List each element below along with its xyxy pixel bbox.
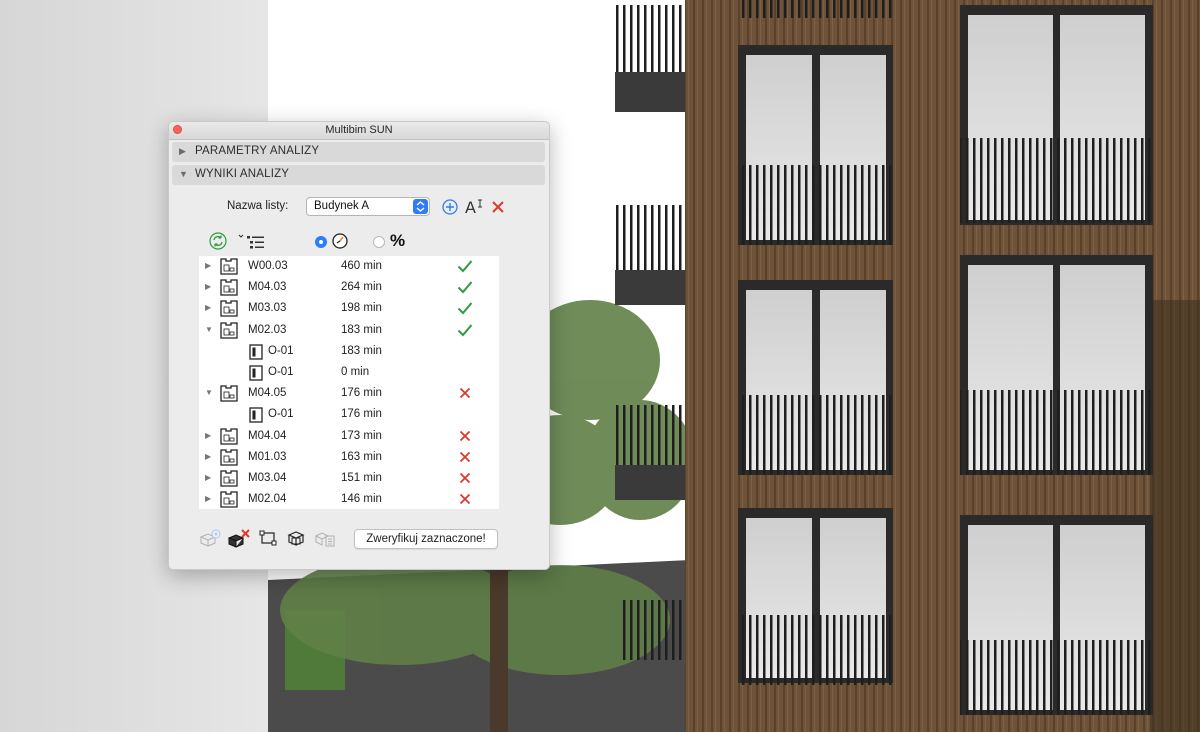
export-list-icon[interactable] — [314, 529, 336, 552]
row-value: 183 min — [341, 344, 382, 357]
expand-arrow-icon[interactable]: ▶ — [205, 431, 211, 440]
row-name: M02.04 — [248, 493, 287, 506]
cross-icon — [459, 430, 471, 445]
collapse-arrow-icon[interactable]: ▼ — [205, 388, 213, 397]
window-icon — [249, 407, 263, 426]
section-analysis-results[interactable]: ▼ WYNIKI ANALIZY — [172, 165, 545, 185]
svg-text:A: A — [465, 198, 476, 217]
room-icon — [219, 299, 239, 321]
check-icon — [457, 259, 473, 276]
room-row[interactable]: ▶ M01.03 163 min — [199, 447, 499, 468]
expanded-arrow-icon: ▼ — [179, 169, 189, 179]
row-value: 176 min — [341, 387, 382, 400]
check-icon — [457, 323, 473, 340]
cross-icon — [459, 493, 471, 508]
room-icon — [219, 448, 239, 470]
add-to-selection-icon[interactable] — [199, 529, 221, 552]
row-value: 264 min — [341, 281, 382, 294]
room-icon — [219, 257, 239, 279]
add-list-icon[interactable] — [442, 199, 458, 220]
room-row[interactable]: ▶ M03.04 151 min — [199, 468, 499, 489]
row-value: 0 min — [341, 365, 370, 378]
row-value: 146 min — [341, 493, 382, 506]
minutes-mode-radio[interactable] — [315, 236, 327, 248]
section-label: PARAMETRY ANALIZY — [195, 145, 320, 157]
row-value: 151 min — [341, 471, 382, 484]
check-icon — [457, 301, 473, 318]
verify-selected-button[interactable]: Zweryfikuj zaznaczone! — [354, 529, 498, 549]
percent-label: % — [390, 231, 406, 250]
popup-stepper-icon — [413, 199, 428, 214]
row-name: M03.03 — [248, 302, 287, 315]
room-row[interactable]: ▼ M04.05 176 min — [199, 383, 499, 404]
cross-icon — [459, 451, 471, 466]
row-name: W00.03 — [248, 260, 288, 272]
room-icon — [219, 384, 239, 406]
section-analysis-parameters[interactable]: ▶ PARAMETRY ANALIZY — [172, 142, 545, 162]
row-name: M04.03 — [248, 281, 287, 294]
results-list[interactable]: ▶ W00.03 460 min ▶ M04.03 264 min ▶ M03.03 198 m… — [199, 256, 499, 509]
cross-icon — [459, 387, 471, 402]
list-name-select[interactable]: Budynek A — [306, 197, 430, 216]
row-value: 176 min — [341, 408, 382, 421]
window-row[interactable]: O-01 183 min — [199, 341, 499, 362]
row-name: O-01 — [268, 344, 294, 357]
row-name: M02.03 — [248, 323, 287, 336]
room-row[interactable]: ▶ W00.03 460 min — [199, 256, 499, 277]
room-icon — [219, 469, 239, 491]
window-row[interactable]: O-01 176 min — [199, 404, 499, 425]
palette-titlebar[interactable]: Multibim SUN — [169, 122, 549, 140]
row-value: 460 min — [341, 260, 382, 272]
expand-arrow-icon[interactable]: ▶ — [205, 473, 211, 482]
clock-icon — [332, 233, 348, 254]
list-name-label: Nazwa listy: — [227, 200, 289, 212]
multibim-sun-palette: Multibim SUN ▶ PARAMETRY ANALIZY ▼ WYNIK… — [168, 121, 550, 570]
row-name: O-01 — [268, 365, 294, 378]
expand-arrow-icon[interactable]: ▶ — [205, 452, 211, 461]
room-row[interactable]: ▶ M04.03 264 min — [199, 277, 499, 298]
delete-list-icon[interactable] — [491, 200, 505, 219]
list-name-value: Budynek A — [314, 200, 369, 212]
row-value: 198 min — [341, 302, 382, 315]
row-value: 173 min — [341, 429, 382, 442]
collapse-arrow-icon[interactable]: ▼ — [205, 325, 213, 334]
select-elements-icon[interactable] — [258, 529, 278, 552]
tree-list-view-icon[interactable] — [238, 232, 266, 255]
room-row[interactable]: ▶ M04.04 173 min — [199, 426, 499, 447]
room-row[interactable]: ▶ M03.03 198 min — [199, 298, 499, 319]
row-name: M03.04 — [248, 471, 287, 484]
row-name: O-01 — [268, 408, 294, 421]
cross-icon — [459, 472, 471, 487]
window-icon — [249, 365, 263, 384]
check-icon — [457, 280, 473, 297]
bottom-toolbar: Zweryfikuj zaznaczone! — [169, 522, 549, 552]
percent-mode-radio[interactable] — [373, 236, 385, 248]
remove-from-selection-icon[interactable] — [227, 528, 251, 553]
room-icon — [219, 278, 239, 300]
row-value: 163 min — [341, 450, 382, 463]
refresh-icon[interactable] — [209, 232, 227, 255]
expand-arrow-icon[interactable]: ▶ — [205, 261, 211, 270]
rename-list-icon[interactable]: A — [464, 197, 484, 222]
row-value: 183 min — [341, 323, 382, 336]
row-name: M04.04 — [248, 429, 287, 442]
expand-arrow-icon[interactable]: ▶ — [205, 282, 211, 291]
room-icon — [219, 427, 239, 449]
row-name: M01.03 — [248, 450, 287, 463]
section-label: WYNIKI ANALIZY — [195, 168, 290, 180]
window-row[interactable]: O-01 0 min — [199, 362, 499, 383]
room-row[interactable]: ▶ M02.04 146 min — [199, 489, 499, 509]
room-row[interactable]: ▼ M02.03 183 min — [199, 320, 499, 341]
row-name: M04.05 — [248, 387, 287, 400]
show-in-3d-icon[interactable] — [286, 528, 306, 553]
window-icon — [249, 344, 263, 363]
expand-arrow-icon[interactable]: ▶ — [205, 303, 211, 312]
room-icon — [219, 321, 239, 343]
collapsed-arrow-icon: ▶ — [179, 146, 187, 156]
window-title: Multibim SUN — [325, 124, 393, 136]
room-icon — [219, 490, 239, 509]
expand-arrow-icon[interactable]: ▶ — [205, 494, 211, 503]
